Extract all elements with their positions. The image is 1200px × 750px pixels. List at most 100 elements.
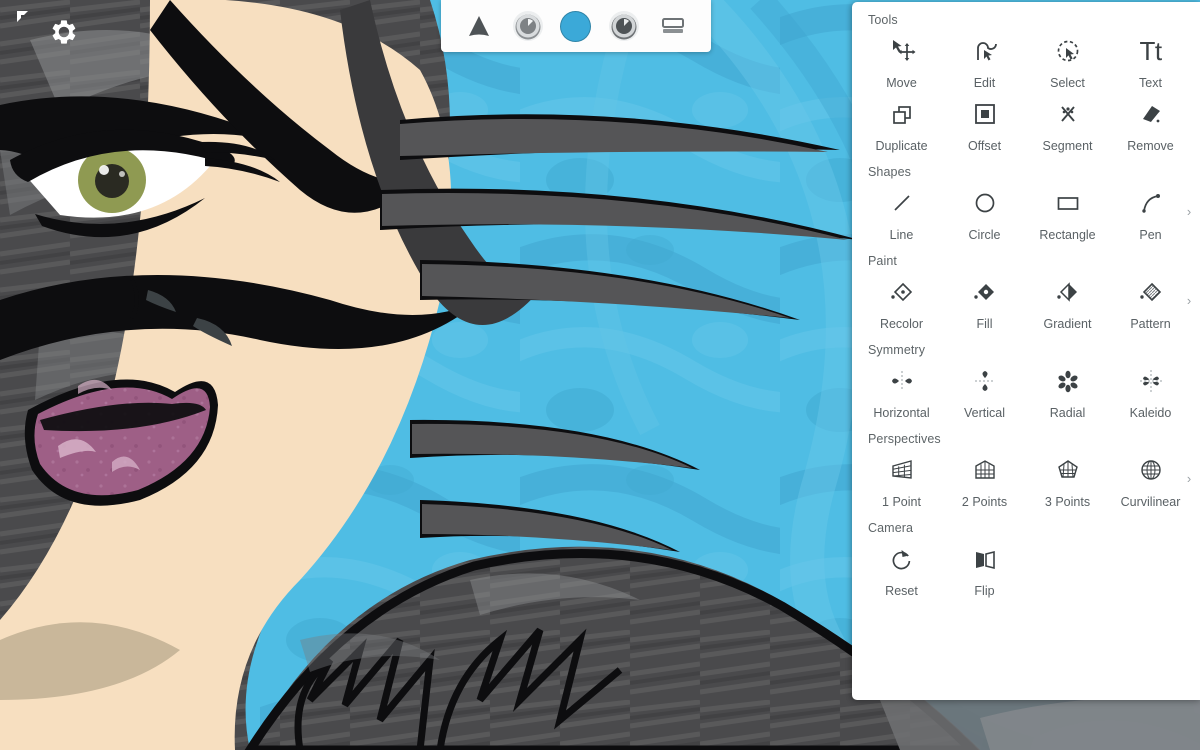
tool-pen[interactable]: Pen [1109,180,1192,243]
tool-gradient[interactable]: Gradient [1026,269,1109,332]
panel-section-paint: Paint Recolor Fill Gradient Pattern › [852,243,1200,332]
settings-gear-button[interactable] [49,17,78,46]
tool-recolor[interactable]: Recolor [860,269,943,332]
flip-book-icon [971,540,999,578]
tool-label: Select [1050,76,1085,90]
top-toolbar [441,0,711,52]
panel-section-symmetry: Symmetry Horizontal Vertical Radial Kale… [852,332,1200,421]
tool-label: 3 Points [1044,495,1091,509]
tool-row-perspectives: 1 Point 2 Points 3 Points Curvilinear › [852,447,1200,510]
tool-label: Offset [967,139,1002,153]
tool-row-paint: Recolor Fill Gradient Pattern › [852,269,1200,332]
tool-perspective-1-point[interactable]: 1 Point [860,447,943,510]
panel-section-perspectives: Perspectives 1 Point 2 Points 3 Points C… [852,421,1200,510]
tool-label: Edit [973,76,996,90]
tool-row-tools-1: Move Edit Select Tt Text [852,28,1200,91]
tool-segment[interactable]: Segment [1026,91,1109,154]
tool-label: Vertical [964,406,1005,420]
section-title-camera: Camera [868,521,914,535]
tool-circle[interactable]: Circle [943,180,1026,243]
tool-row-symmetry: Horizontal Vertical Radial Kaleido [852,358,1200,421]
tool-camera-reset[interactable]: Reset [860,536,943,599]
tool-label: Circle [968,228,1001,242]
tool-remove[interactable]: Remove [1109,91,1192,154]
tool-line[interactable]: Line [860,180,943,243]
eraser-icon [1137,95,1165,133]
tool-camera-flip[interactable]: Flip [943,536,1026,599]
tool-row-camera: Reset Flip [852,536,1200,599]
perspectives-expand-chevron-icon[interactable]: › [1182,472,1196,486]
duplicate-squares-icon [888,95,916,133]
tool-cell-empty [1026,536,1109,599]
tool-duplicate[interactable]: Duplicate [860,91,943,154]
perspective-1-point-icon [888,451,916,489]
tool-label: Radial [1049,406,1086,420]
tool-perspective-3-points[interactable]: 3 Points [1026,447,1109,510]
panel-section-tools-2: Duplicate Offset Segment Remove [852,91,1200,154]
brush-size-button[interactable] [508,6,548,46]
tool-label: Gradient [1043,317,1092,331]
tool-symmetry-horizontal[interactable]: Horizontal [860,358,943,421]
tool-label: Pattern [1130,317,1171,331]
section-title-tools: Tools [868,13,898,27]
brush-button[interactable] [459,6,499,46]
layers-panel-icon [661,18,684,33]
brush-tip-triangle-icon [469,16,490,36]
tool-fill[interactable]: Fill [943,269,1026,332]
tool-label: Text [1139,76,1162,90]
pen-curve-icon [1137,184,1165,222]
diamond-filled-icon [971,273,999,311]
tool-label: 1 Point [882,495,921,509]
tool-text[interactable]: Tt Text [1109,28,1192,91]
tool-label: Remove [1127,139,1174,153]
segment-scissors-icon [1054,95,1082,133]
tool-perspective-2-points[interactable]: 2 Points [943,447,1026,510]
opacity-button[interactable] [604,6,644,46]
tools-panel: Tools Move Edit Select Tt Text Duplicate… [852,2,1200,700]
shapes-expand-chevron-icon[interactable]: › [1182,205,1196,219]
tool-label: Recolor [879,317,924,331]
circle-icon [971,184,999,222]
tool-label: Flip [974,584,995,598]
tool-symmetry-radial[interactable]: Radial [1026,358,1109,421]
layers-button[interactable] [653,6,693,46]
section-title-symmetry: Symmetry [868,343,926,357]
diamond-hatched-icon [1137,273,1165,311]
diamond-half-filled-icon [1054,273,1082,311]
tool-row-tools-2: Duplicate Offset Segment Remove [852,91,1200,154]
perspective-curvilinear-icon [1137,451,1165,489]
tool-label: Duplicate [875,139,928,153]
tool-offset[interactable]: Offset [943,91,1026,154]
tool-select[interactable]: Select [1026,28,1109,91]
tool-label: Line [889,228,914,242]
gear-icon [52,19,75,44]
move-cursor-icon [888,32,916,70]
tool-move[interactable]: Move [860,28,943,91]
paint-expand-chevron-icon[interactable]: › [1182,294,1196,308]
tool-pattern[interactable]: Pattern [1109,269,1192,332]
panel-section-shapes: Shapes Line Circle Rectangle Pen › [852,154,1200,243]
tool-symmetry-vertical[interactable]: Vertical [943,358,1026,421]
color-button[interactable] [556,6,596,46]
tool-cell-empty [1109,536,1192,599]
tool-label: Curvilinear [1120,495,1181,509]
tool-rectangle[interactable]: Rectangle [1026,180,1109,243]
panel-section-tools: Tools Move Edit Select Tt Text [852,2,1200,91]
app-root: Tools Move Edit Select Tt Text Duplicate… [0,0,1200,750]
tool-row-shapes: Line Circle Rectangle Pen › [852,180,1200,243]
section-title-paint: Paint [868,254,897,268]
corner-bracket-icon [17,9,28,22]
tool-edit[interactable]: Edit [943,28,1026,91]
tool-symmetry-kaleido[interactable]: Kaleido [1109,358,1192,421]
dial-knob-icon [512,11,543,41]
edit-node-icon [971,32,999,70]
section-title-perspectives: Perspectives [868,432,941,446]
tool-perspective-curvilinear[interactable]: Curvilinear [1109,447,1192,510]
line-icon [888,184,916,222]
symmetry-kaleido-icon [1137,362,1165,400]
text-tt-icon: Tt [1139,36,1162,66]
tool-label: Pen [1139,228,1162,242]
symmetry-radial-icon [1054,362,1082,400]
rectangle-icon [1054,184,1082,222]
symmetry-horizontal-icon [888,362,916,400]
